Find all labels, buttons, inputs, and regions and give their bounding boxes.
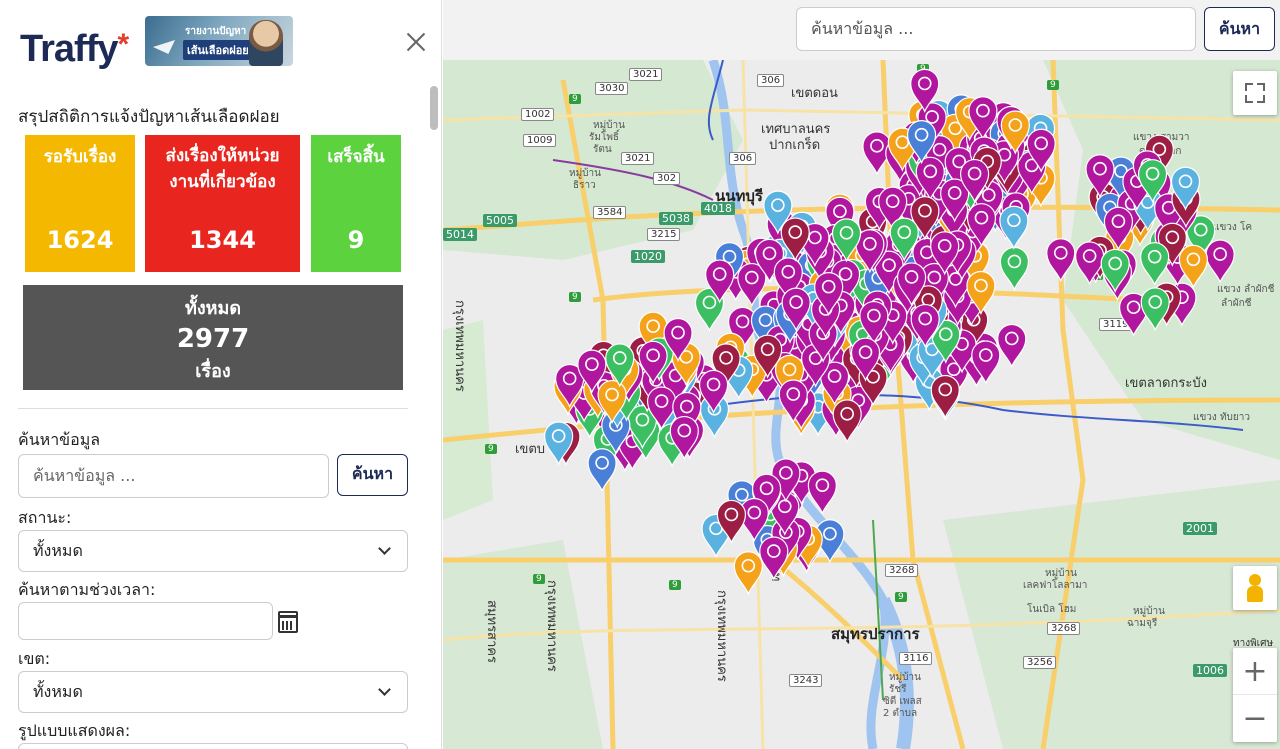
stat-total-value: 2977 bbox=[176, 324, 250, 354]
incident-marker[interactable] bbox=[1205, 239, 1235, 284]
stat-total-unit: เรื่อง bbox=[195, 361, 231, 382]
zoom-out-button[interactable]: − bbox=[1233, 695, 1277, 742]
stat-pending-label: รอรับเรื่อง bbox=[43, 147, 117, 167]
report-banner-image[interactable]: รายงานปัญหา เส้นเลือดฝอย bbox=[145, 16, 293, 66]
stat-done-value: 9 bbox=[347, 226, 365, 254]
incident-marker[interactable] bbox=[587, 448, 617, 493]
stat-forwarded-label-line1: ส่งเรื่องให้หน่วย bbox=[165, 146, 280, 166]
stat-pending-card[interactable]: รอรับเรื่อง 1624 bbox=[25, 135, 135, 272]
status-label: สถานะ: bbox=[18, 508, 72, 527]
zoom-in-button[interactable]: + bbox=[1233, 648, 1277, 695]
district-label: เขต: bbox=[18, 649, 51, 668]
map-search-input[interactable]: ค้นหาข้อมูล ... bbox=[796, 7, 1196, 51]
incident-marker[interactable] bbox=[832, 399, 862, 444]
status-select[interactable]: ทั้งหมด bbox=[18, 530, 408, 572]
stat-forwarded-label-line2: งานที่เกี่ยวข้อง bbox=[169, 172, 276, 192]
zoom-control: + − bbox=[1233, 648, 1277, 742]
incident-marker[interactable] bbox=[1140, 287, 1170, 332]
display-mode-label: รูปแบบแสดงผล: bbox=[18, 721, 131, 740]
stat-done-label: เสร็จสิ้น bbox=[327, 147, 385, 167]
stat-forwarded-value: 1344 bbox=[189, 226, 256, 254]
incident-marker[interactable] bbox=[999, 246, 1029, 292]
search-button[interactable]: ค้นหา bbox=[337, 454, 408, 496]
traffy-logo[interactable]: Traffy* bbox=[20, 28, 129, 71]
pegman-icon[interactable] bbox=[1233, 566, 1277, 610]
time-range-label: ค้นหาตามช่วงเวลา: bbox=[18, 580, 156, 599]
stat-total-card[interactable]: ทั้งหมด 2977 เรื่อง bbox=[23, 285, 403, 390]
chevron-down-icon bbox=[378, 683, 391, 696]
divider bbox=[18, 408, 408, 409]
stat-forwarded-card[interactable]: ส่งเรื่องให้หน่วย งานที่เกี่ยวข้อง 1344 bbox=[145, 135, 300, 272]
banner-line2: เส้นเลือดฝอย bbox=[183, 40, 253, 60]
search-input[interactable]: ค้นหาข้อมูล ... bbox=[18, 454, 329, 498]
date-range-input[interactable] bbox=[18, 602, 273, 640]
status-select-value: ทั้งหมด bbox=[33, 541, 83, 560]
stat-total-label: ทั้งหมด bbox=[184, 298, 242, 319]
map-search-button[interactable]: ค้นหา bbox=[1204, 7, 1275, 51]
search-label: ค้นหาข้อมูล bbox=[18, 430, 101, 449]
banner-line1: รายงานปัญหา bbox=[185, 26, 247, 37]
display-mode-select[interactable] bbox=[18, 743, 408, 749]
incident-marker[interactable] bbox=[997, 323, 1027, 369]
calendar-icon[interactable] bbox=[278, 611, 298, 633]
close-icon[interactable] bbox=[404, 30, 428, 54]
person-photo bbox=[249, 20, 283, 66]
sidebar-scrollbar[interactable] bbox=[427, 80, 441, 749]
incident-marker[interactable] bbox=[1140, 242, 1170, 287]
map-canvas[interactable]: นนทบุรี สมุทรปราการ เทศบาลนคร ปากเกร็ด เ… bbox=[443, 0, 1280, 749]
stat-pending-value: 1624 bbox=[46, 226, 114, 254]
incident-marker[interactable] bbox=[807, 470, 837, 515]
incident-marker[interactable] bbox=[930, 374, 960, 420]
sidebar-scroll-thumb[interactable] bbox=[430, 86, 438, 130]
incident-marker[interactable] bbox=[733, 551, 763, 596]
district-select-value: ทั้งหมด bbox=[33, 682, 83, 701]
fullscreen-icon[interactable] bbox=[1233, 71, 1277, 115]
sidebar: Traffy* รายงานปัญหา เส้นเลือดฝอย สรุปสถิ… bbox=[0, 0, 442, 749]
stats-section-title: สรุปสถิติการแจ้งปัญหาเส้นเลือดฝอย bbox=[18, 107, 280, 127]
stat-forwarded-label: ส่งเรื่องให้หน่วย งานที่เกี่ยวข้อง bbox=[145, 135, 300, 195]
chevron-down-icon bbox=[378, 542, 391, 555]
incident-marker[interactable] bbox=[1046, 238, 1076, 283]
paper-plane-icon bbox=[153, 40, 175, 54]
incident-marker[interactable] bbox=[1178, 244, 1208, 289]
district-select[interactable]: ทั้งหมด bbox=[18, 671, 408, 713]
incident-markers-layer[interactable] bbox=[443, 0, 1280, 749]
incident-marker[interactable] bbox=[999, 205, 1029, 250]
stat-done-card[interactable]: เสร็จสิ้น 9 bbox=[311, 135, 401, 272]
